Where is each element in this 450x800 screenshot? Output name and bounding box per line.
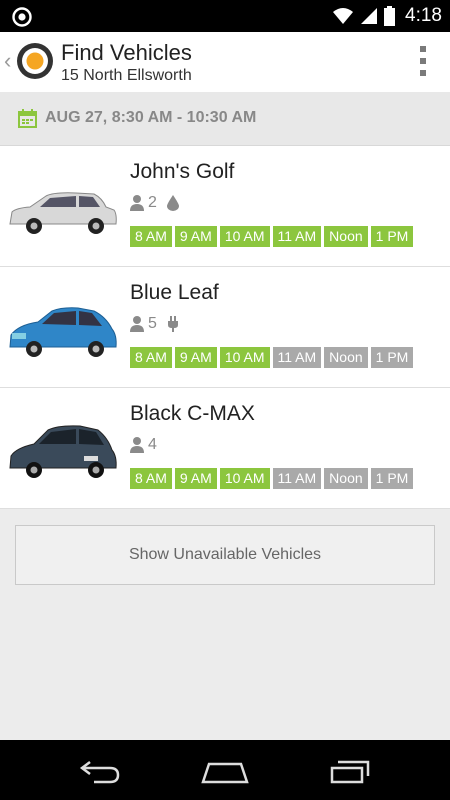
- home-nav-icon[interactable]: [200, 754, 250, 786]
- time-slot[interactable]: 10 AM: [219, 226, 270, 247]
- page-title: Find Vehicles: [61, 40, 192, 65]
- status-time: 4:18: [405, 5, 442, 26]
- vehicle-item[interactable]: Blue Leaf 5 8 AM 9 AM 10 AM 11 AM Noon 1…: [0, 267, 450, 388]
- vehicle-meta: 2: [130, 194, 179, 212]
- time-slot[interactable]: 10 AM: [219, 347, 270, 368]
- vehicle-name: Blue Leaf: [130, 281, 219, 304]
- reservation-time-bar[interactable]: AUG 27, 8:30 AM - 10:30 AM: [0, 92, 450, 146]
- vehicle-list: John's Golf 2 8 AM 9 AM 10 AM 11 AM Noon…: [0, 146, 450, 509]
- system-nav-bar: [0, 740, 450, 800]
- time-slot[interactable]: 9 AM: [174, 347, 217, 368]
- seat-count: 2: [148, 194, 157, 211]
- chevron-left-icon[interactable]: ‹: [4, 48, 11, 74]
- reservation-datetime: AUG 27, 8:30 AM - 10:30 AM: [45, 109, 257, 126]
- time-slots: 8 AM 9 AM 10 AM 11 AM Noon 1 PM: [130, 226, 414, 247]
- vehicle-name: Black C-MAX: [130, 402, 255, 425]
- time-slot: 1 PM: [370, 468, 414, 489]
- app-bar: ‹ Find Vehicles 15 North Ellsworth: [0, 32, 450, 92]
- status-bar: 4:18: [0, 0, 450, 32]
- time-slot[interactable]: 1 PM: [370, 226, 414, 247]
- calendar-icon: [18, 109, 37, 128]
- car-image: [9, 192, 117, 234]
- recents-nav-icon[interactable]: [328, 754, 374, 786]
- vehicle-meta: 5: [130, 315, 179, 333]
- vehicle-item[interactable]: Black C-MAX 4 8 AM 9 AM 10 AM 11 AM Noon…: [0, 388, 450, 509]
- time-slot[interactable]: 8 AM: [130, 347, 172, 368]
- show-unavailable-button[interactable]: Show Unavailable Vehicles: [15, 525, 435, 585]
- time-slot[interactable]: 8 AM: [130, 468, 172, 489]
- car-image: [9, 425, 117, 478]
- person-icon: [130, 195, 144, 211]
- time-slot: 1 PM: [370, 347, 414, 368]
- time-slot: Noon: [324, 468, 368, 489]
- person-icon: [130, 437, 144, 453]
- time-slot[interactable]: 9 AM: [174, 226, 217, 247]
- vehicle-meta: 4: [130, 436, 157, 454]
- seat-count: 4: [148, 436, 157, 453]
- time-slot: 11 AM: [272, 468, 322, 489]
- time-slot[interactable]: Noon: [324, 226, 368, 247]
- time-slot[interactable]: 9 AM: [174, 468, 217, 489]
- overflow-menu-icon[interactable]: [418, 46, 428, 76]
- seat-count: 5: [148, 315, 157, 332]
- time-slot: Noon: [324, 347, 368, 368]
- location-subtitle: 15 North Ellsworth: [61, 67, 192, 84]
- app-logo-icon[interactable]: [16, 42, 54, 80]
- time-slot[interactable]: 10 AM: [219, 468, 270, 489]
- signal-icon: [361, 8, 378, 24]
- car-image: [9, 307, 117, 357]
- battery-icon: [384, 6, 396, 26]
- electric-plug-icon: [167, 316, 178, 332]
- time-slots: 8 AM 9 AM 10 AM 11 AM Noon 1 PM: [130, 347, 414, 368]
- time-slot: 11 AM: [272, 347, 322, 368]
- time-slot[interactable]: 11 AM: [272, 226, 322, 247]
- time-slot[interactable]: 8 AM: [130, 226, 172, 247]
- target-icon: [12, 7, 32, 27]
- vehicle-name: John's Golf: [130, 160, 235, 183]
- gas-drop-icon: [166, 195, 179, 211]
- vehicle-item[interactable]: John's Golf 2 8 AM 9 AM 10 AM 11 AM Noon…: [0, 146, 450, 267]
- back-nav-icon[interactable]: [78, 754, 122, 786]
- person-icon: [130, 316, 144, 332]
- time-slots: 8 AM 9 AM 10 AM 11 AM Noon 1 PM: [130, 468, 414, 489]
- wifi-icon: [333, 8, 354, 24]
